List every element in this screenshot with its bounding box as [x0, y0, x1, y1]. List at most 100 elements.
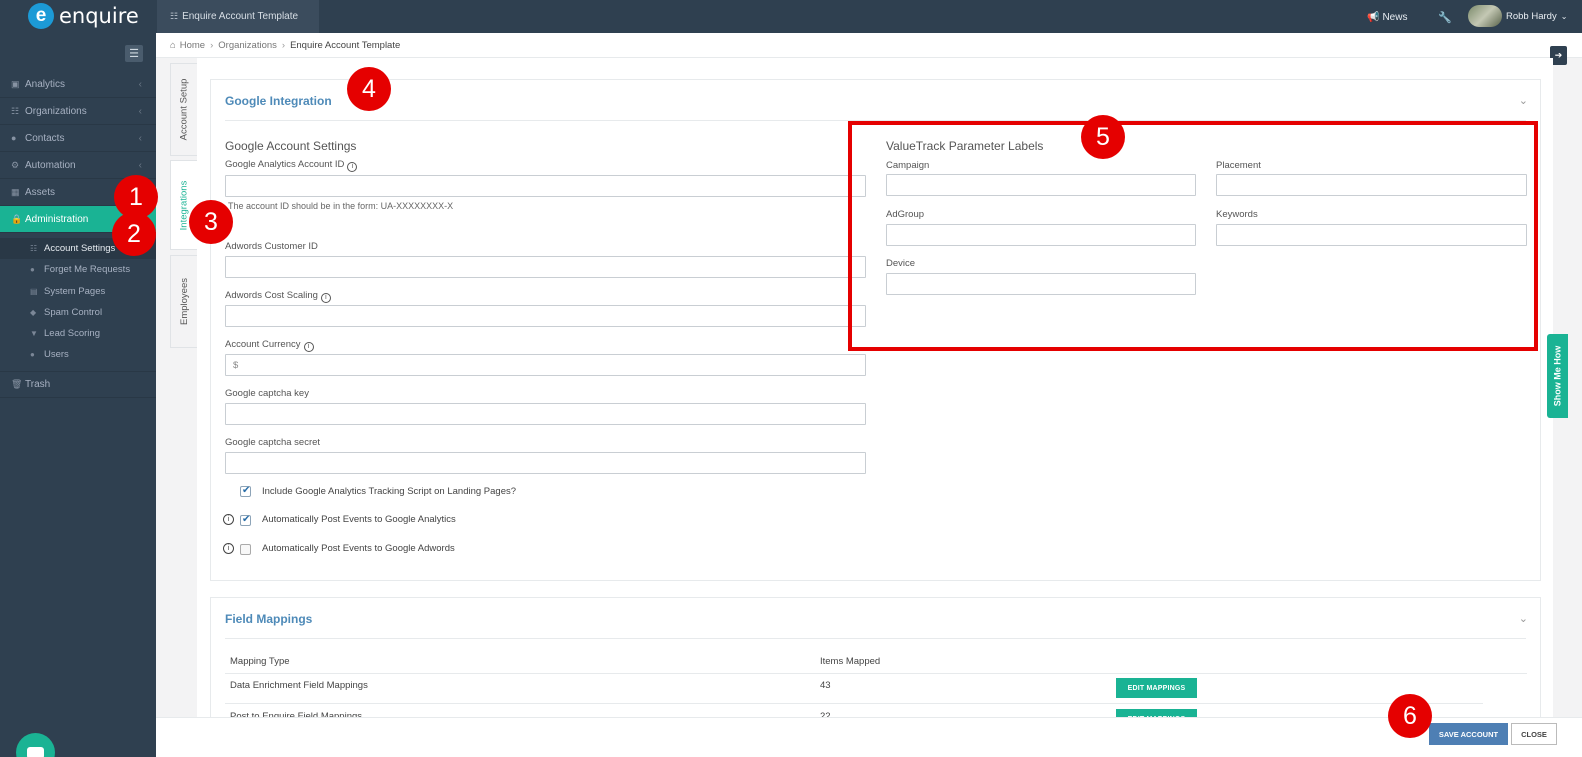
breadcrumb-separator: › — [210, 39, 214, 51]
sidebar-item-analytics[interactable]: ▣ Analytics ‹ — [0, 71, 156, 98]
info-icon[interactable]: i — [320, 293, 331, 303]
org-icon: ☷ — [11, 105, 20, 116]
user-menu[interactable]: Robb Hardy ⌄ — [1468, 5, 1567, 27]
sidebar-subitem-spam-control[interactable]: ◆ Spam Control — [0, 302, 156, 323]
logo-mark-icon: e — [28, 3, 54, 29]
sidebar-subitem-system-pages[interactable]: ▤ System Pages — [0, 281, 156, 302]
label-text: Adwords Cost Scaling — [225, 290, 318, 301]
ga-account-id-input[interactable] — [225, 175, 866, 197]
ga-account-id-label: Google Analytics Account ID i — [225, 159, 358, 172]
tracking-script-label: Include Google Analytics Tracking Script… — [262, 486, 517, 497]
show-me-how-tab[interactable]: Show Me How — [1547, 334, 1568, 418]
tab-account-setup[interactable]: Account Setup — [170, 63, 197, 156]
adwords-cost-scaling-label: Adwords Cost Scaling i — [225, 290, 331, 303]
sidebar-item-label: Trash — [25, 379, 51, 390]
wrench-icon[interactable]: 🔧 — [1438, 11, 1452, 24]
step-marker-2: 2 — [112, 212, 156, 256]
tab-label: Account Setup — [178, 78, 190, 141]
tab-label: Employees — [178, 278, 190, 325]
sidebar-item-label: Administration — [25, 213, 89, 225]
captcha-secret-label: Google captcha secret — [225, 437, 321, 448]
chart-icon: ▣ — [11, 78, 20, 89]
step-marker-6: 6 — [1388, 694, 1432, 738]
breadcrumb: ⌂ Home › Organizations › Enquire Account… — [156, 33, 1582, 58]
adwords-customer-id-input[interactable] — [225, 256, 866, 278]
google-account-settings-heading: Google Account Settings — [225, 139, 357, 153]
grid-icon: ▦ — [11, 186, 20, 197]
post-events-adwords-checkbox[interactable] — [240, 544, 251, 555]
panel-title[interactable]: Field Mappings — [225, 612, 312, 626]
captcha-key-label: Google captcha key — [225, 388, 309, 399]
account-currency-input[interactable]: $ — [225, 354, 866, 376]
chat-bubble-icon — [27, 746, 44, 757]
sidebar-item-trash[interactable]: 🗑 Trash — [0, 371, 156, 398]
sidebar-subitem-forget-me[interactable]: ● Forget Me Requests — [0, 259, 156, 280]
info-icon[interactable]: i — [223, 543, 234, 554]
sidebar-item-contacts[interactable]: ● Contacts ‹ — [0, 125, 156, 152]
chevron-left-icon: ‹ — [138, 78, 142, 90]
items-mapped-cell: 43 — [820, 680, 831, 691]
hamburger-menu-icon[interactable]: ☰ — [125, 45, 143, 62]
breadcrumb-separator: › — [281, 39, 286, 51]
column-header-mapping-type: Mapping Type — [230, 656, 290, 667]
footer-bar — [156, 717, 1582, 757]
sidebar-subitem-lead-scoring[interactable]: ▼ Lead Scoring — [0, 323, 156, 344]
sidebar-subitem-label: Lead Scoring — [44, 328, 100, 339]
post-events-ga-checkbox[interactable] — [240, 514, 251, 526]
sidebar-item-organizations[interactable]: ☷ Organizations ‹ — [0, 98, 156, 125]
sidebar-subitem-label: System Pages — [44, 286, 106, 297]
cogs-icon: ⚙ — [11, 159, 20, 170]
top-navbar: e enquire ☷ Enquire Account Template 📢 Ne… — [0, 0, 1582, 33]
sitemap-icon: ☷ — [170, 11, 179, 21]
column-header-items-mapped: Items Mapped — [820, 656, 881, 667]
megaphone-icon: 📢 — [1367, 12, 1380, 23]
breadcrumb-home[interactable]: Home — [180, 40, 205, 51]
close-button[interactable]: CLOSE — [1511, 723, 1557, 745]
tab-integrations[interactable]: Integrations — [170, 160, 197, 250]
show-me-how-label: Show Me How — [1552, 345, 1563, 407]
sidebar-item-label: Organizations — [25, 105, 87, 117]
info-icon[interactable]: i — [223, 514, 234, 525]
ga-account-id-help: The account ID should be in the form: UA… — [228, 201, 454, 211]
adwords-customer-id-label: Adwords Customer ID — [225, 241, 318, 252]
chevron-down-icon[interactable]: ⌄ — [1519, 94, 1528, 107]
home-icon: ⌂ — [170, 39, 176, 51]
tracking-script-checkbox[interactable] — [240, 485, 251, 497]
brand-logo[interactable]: e enquire — [28, 2, 139, 30]
save-account-button[interactable]: SAVE ACCOUNT — [1429, 723, 1508, 745]
open-tab[interactable]: ☷ Enquire Account Template — [157, 0, 319, 33]
table-divider — [225, 703, 1483, 704]
open-tab-label: Enquire Account Template — [182, 11, 299, 22]
chevron-left-icon: ‹ — [138, 159, 142, 171]
news-link[interactable]: 📢 News — [1367, 12, 1407, 23]
panel-title[interactable]: Google Integration — [225, 94, 332, 108]
edit-mappings-button[interactable]: EDIT MAPPINGS — [1116, 678, 1197, 698]
users-icon: ● — [11, 133, 17, 143]
mapping-type-cell: Data Enrichment Field Mappings — [230, 680, 368, 691]
captcha-secret-input[interactable] — [225, 452, 866, 474]
chat-widget-button[interactable] — [16, 733, 55, 757]
brand-name: enquire — [59, 4, 139, 28]
trash-icon: 🗑 — [11, 379, 23, 389]
divider — [225, 638, 1526, 639]
breadcrumb-current: Enquire Account Template — [290, 39, 401, 51]
sidebar-item-label: Automation — [25, 159, 76, 171]
window-icon: ▤ — [30, 287, 38, 296]
info-icon[interactable]: i — [303, 342, 314, 352]
sidebar-subitem-users[interactable]: ● Users — [0, 344, 156, 365]
step-marker-4: 4 — [347, 67, 391, 111]
label-text: Google Analytics Account ID — [225, 159, 345, 170]
account-currency-label: Account Currency i — [225, 339, 314, 352]
adwords-cost-scaling-input[interactable] — [225, 305, 866, 327]
post-events-ga-label: Automatically Post Events to Google Anal… — [262, 514, 456, 525]
sidebar-item-label: Analytics — [25, 78, 66, 90]
chevron-down-icon[interactable]: ⌄ — [1519, 612, 1528, 625]
user-minus-icon: ● — [30, 265, 35, 274]
lock-icon: 🔒 — [11, 213, 23, 224]
tab-employees[interactable]: Employees — [170, 255, 197, 348]
captcha-key-input[interactable] — [225, 403, 866, 425]
filter-icon: ▼ — [30, 329, 38, 338]
input-value: $ — [233, 359, 239, 371]
info-icon[interactable]: i — [347, 162, 358, 172]
breadcrumb-organizations[interactable]: Organizations — [218, 40, 277, 51]
